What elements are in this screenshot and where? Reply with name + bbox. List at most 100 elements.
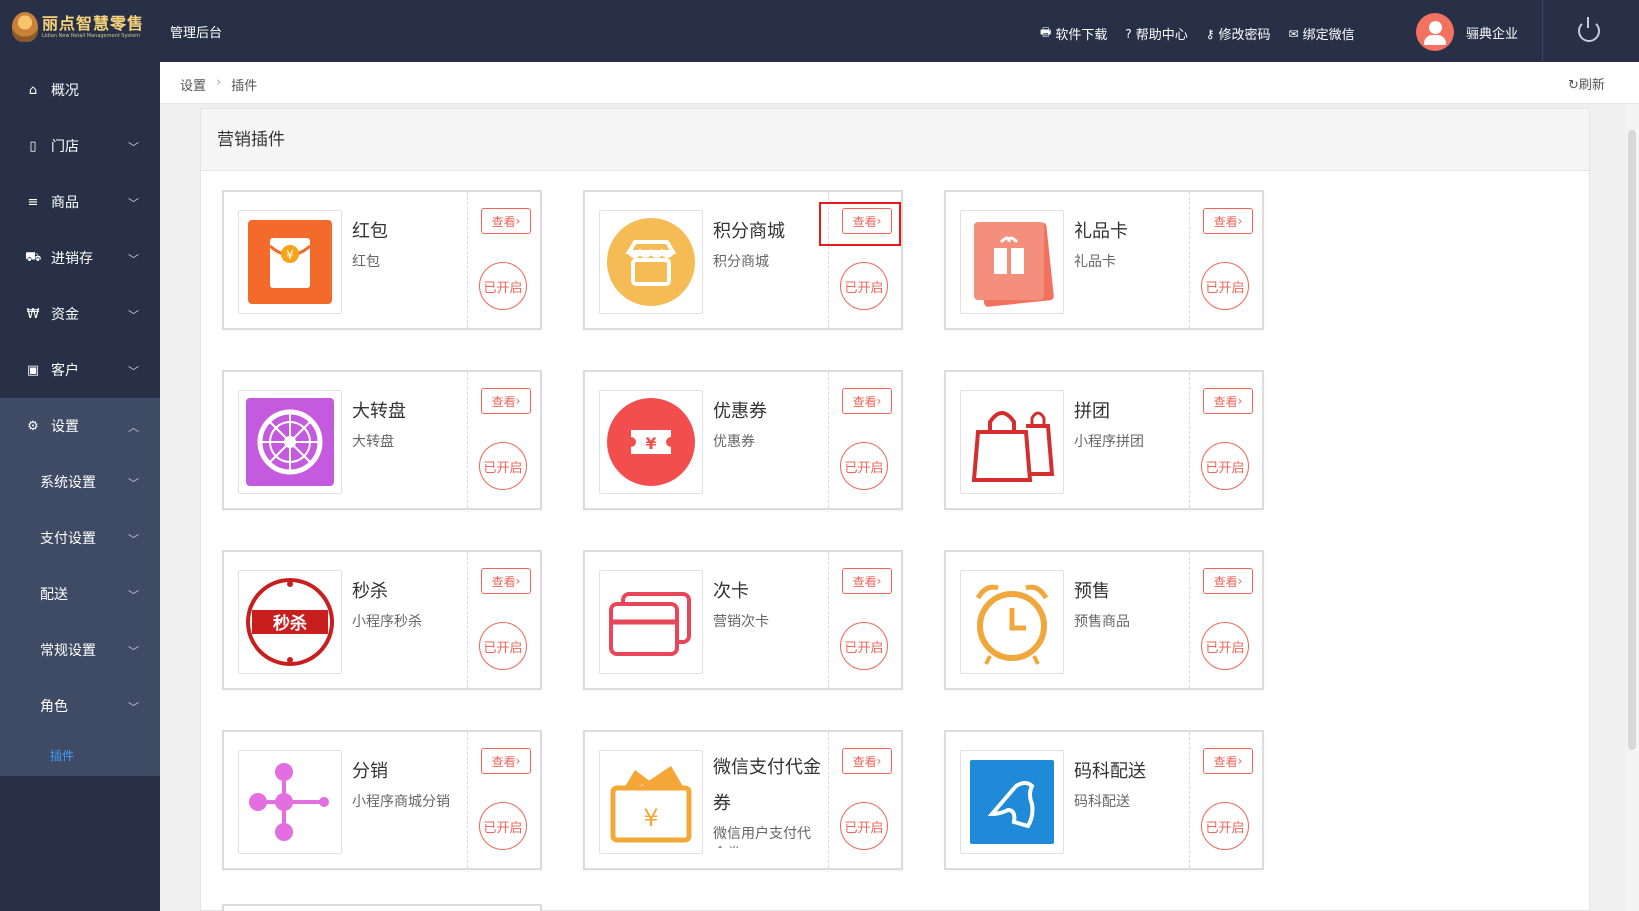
- sidebar-item-general-settings[interactable]: 常规设置 ﹀: [0, 622, 160, 678]
- sidebar-item-funds[interactable]: ₩ 资金 ﹀: [0, 286, 160, 342]
- bind-wechat-label: 绑定微信: [1302, 28, 1355, 43]
- chevron-right-icon: ›: [876, 574, 882, 588]
- view-button[interactable]: 查看 ›: [481, 568, 531, 594]
- plugin-name: 拼团: [1074, 401, 1110, 422]
- view-button[interactable]: 查看 ›: [842, 208, 892, 234]
- home-icon: ⌂: [28, 82, 38, 98]
- view-button[interactable]: 查看 ›: [1203, 748, 1253, 774]
- chevron-down-icon: ﹀: [128, 645, 139, 658]
- plugin-desc: 小程序商城分销: [352, 794, 450, 810]
- sidebar-item-plugins[interactable]: 插件: [0, 734, 160, 776]
- sidebar-item-goods[interactable]: ≡ 商品 ﹀: [0, 174, 160, 230]
- chevron-up-icon: ︿: [128, 421, 139, 434]
- sidebar-item-inventory[interactable]: ⛟ 进销存 ﹀: [0, 230, 160, 286]
- plugin-desc: 码科配送: [1074, 794, 1130, 810]
- sidebar-item-label: 支付设置: [40, 531, 96, 547]
- plugin-card: ¥ 微信支付代金券微信用户支付代金券 查看› 已开启: [583, 730, 903, 870]
- view-button[interactable]: 查看 ›: [1203, 208, 1253, 234]
- chevron-down-icon: ﹀: [128, 589, 139, 602]
- plugin-name: 次卡: [713, 581, 749, 602]
- status-badge: 已开启: [1201, 802, 1249, 850]
- card-divider: [1189, 552, 1190, 688]
- wechat-voucher-icon: ¥: [599, 750, 703, 854]
- svg-text:¥: ¥: [645, 434, 656, 453]
- sidebar-item-customer[interactable]: ▣ 客户 ﹀: [0, 342, 160, 398]
- breadcrumb-current: 插件: [231, 79, 258, 94]
- view-label: 查看: [852, 394, 877, 409]
- card-divider: [828, 372, 829, 508]
- sidebar-item-overview[interactable]: ⌂ 概况: [0, 62, 160, 118]
- plugin-name: 积分商城: [713, 221, 785, 242]
- view-label: 查看: [1213, 214, 1238, 229]
- sidebar-item-store[interactable]: ▯ 门店 ﹀: [0, 118, 160, 174]
- plugin-desc: 礼品卡: [1074, 254, 1116, 270]
- view-button[interactable]: 查看 ›: [481, 208, 531, 234]
- plugin-card: 秒杀 秒杀 小程序秒杀 查看 › 已开启: [222, 550, 542, 690]
- refresh-icon: ↻: [1568, 78, 1579, 93]
- avatar[interactable]: [1416, 13, 1454, 51]
- svg-text:¥: ¥: [643, 804, 658, 832]
- view-button[interactable]: 查看 ›: [481, 388, 531, 414]
- view-label: 查看: [491, 214, 516, 229]
- help-center-link[interactable]: ? 帮助中心: [1125, 23, 1187, 44]
- card-divider: [1189, 192, 1190, 328]
- software-download-link[interactable]: 🖶 软件下载: [1040, 23, 1107, 44]
- key-icon: ⚷: [1205, 26, 1215, 41]
- sidebar-item-label: 常规设置: [40, 643, 96, 659]
- breadcrumb-root[interactable]: 设置: [180, 75, 206, 94]
- gear-icon: ⚙: [27, 418, 39, 434]
- view-label: 查看: [852, 754, 877, 769]
- sidebar-item-settings[interactable]: ⚙ 设置 ︿: [0, 398, 160, 454]
- plugin-desc: 预售商品: [1074, 614, 1130, 630]
- plugin-name: 秒杀: [352, 581, 388, 602]
- chevron-down-icon: ﹀: [128, 141, 139, 154]
- punch-card-icon: [599, 570, 703, 674]
- brand-name: 丽点智慧零售: [42, 13, 145, 33]
- list-icon: ≡: [27, 194, 39, 210]
- sidebar-item-system-settings[interactable]: 系统设置 ﹀: [0, 454, 160, 510]
- status-badge: 已开启: [479, 622, 527, 670]
- brand-logo[interactable]: 丽点智慧零售 Lidian New Retail Management Syst…: [12, 12, 144, 42]
- sidebar-item-label: 插件: [50, 748, 75, 763]
- plugin-desc: 红包: [352, 254, 380, 270]
- chevron-down-icon: ﹀: [128, 197, 139, 210]
- plugin-card: 积分商城 积分商城 查看 › 已开启: [583, 190, 903, 330]
- view-label: 查看: [491, 394, 516, 409]
- view-button[interactable]: 查看 ›: [842, 388, 892, 414]
- printer-icon: 🖶: [1040, 25, 1052, 39]
- status-badge: 已开启: [840, 622, 888, 670]
- sidebar-item-payment-settings[interactable]: 支付设置 ﹀: [0, 510, 160, 566]
- power-icon[interactable]: [1578, 17, 1600, 42]
- chevron-right-icon: ›: [1237, 394, 1243, 408]
- change-password-link[interactable]: ⚷ 修改密码: [1206, 23, 1271, 44]
- sidebar-item-label: 进销存: [51, 251, 93, 267]
- view-label: 查看: [1213, 574, 1238, 589]
- card-divider: [467, 732, 468, 868]
- breadcrumb-bar: 设置 › 插件 ↻刷新: [160, 62, 1639, 104]
- sidebar-item-label: 门店: [51, 139, 79, 155]
- chevron-right-icon: ›: [876, 214, 882, 228]
- sidebar-item-roles[interactable]: 角色 ﹀: [0, 678, 160, 734]
- view-button[interactable]: 查看 ›: [842, 748, 892, 774]
- chevron-right-icon: ›: [515, 394, 521, 408]
- view-button[interactable]: 查看 ›: [1203, 568, 1253, 594]
- sidebar-item-delivery[interactable]: 配送 ﹀: [0, 566, 160, 622]
- card-divider: [1189, 732, 1190, 868]
- status-badge: 已开启: [479, 802, 527, 850]
- scrollbar[interactable]: [1628, 130, 1636, 750]
- bind-wechat-link[interactable]: ✉ 绑定微信: [1289, 23, 1355, 44]
- logo-icon: [12, 12, 38, 42]
- chevron-down-icon: ﹀: [128, 253, 139, 266]
- view-button[interactable]: 查看 ›: [481, 748, 531, 774]
- view-button[interactable]: 查看 ›: [842, 568, 892, 594]
- company-name[interactable]: 骊典企业: [1466, 23, 1518, 42]
- status-badge: 已开启: [479, 442, 527, 490]
- plugin-name: 礼品卡: [1074, 221, 1128, 242]
- panel-title: 营销插件: [201, 109, 1589, 171]
- refresh-button[interactable]: ↻刷新: [1568, 74, 1605, 93]
- view-button[interactable]: 查看 ›: [1203, 388, 1253, 414]
- points-mall-icon: [599, 210, 703, 314]
- plugin-name: 大转盘: [352, 401, 406, 422]
- status-badge: 已开启: [1201, 622, 1249, 670]
- chevron-right-icon: ›: [1237, 754, 1243, 768]
